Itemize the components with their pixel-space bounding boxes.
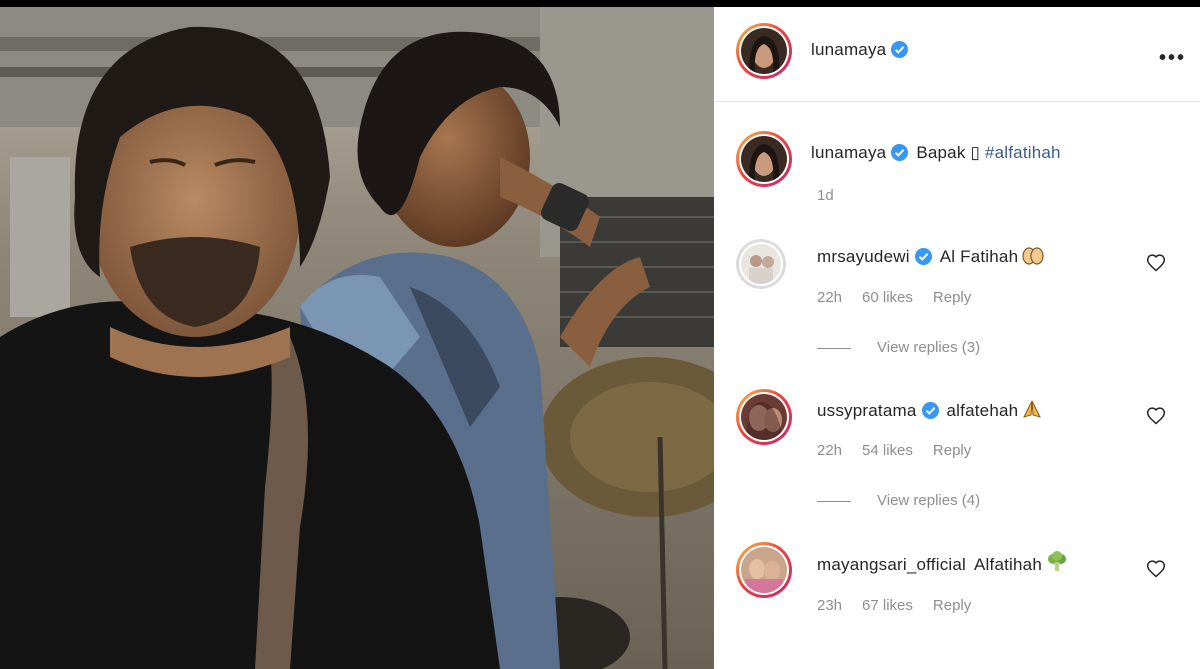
caption-hashtag[interactable]: #alfatihah: [985, 143, 1061, 162]
caption-avatar[interactable]: [736, 131, 792, 187]
photo-illustration: [0, 7, 714, 669]
comment-username[interactable]: ussypratama: [817, 401, 917, 420]
like-heart-icon[interactable]: [1146, 253, 1166, 273]
comment-line: ussypratama alfatehah: [817, 399, 1042, 424]
comment-text: Alfatihah: [974, 555, 1042, 574]
reply-button[interactable]: Reply: [933, 289, 971, 306]
comment-age: 22h: [817, 289, 843, 306]
avatar-photo-icon: [741, 394, 787, 440]
comment-line: mayangsari_official Alfatihah: [817, 551, 1068, 578]
comment-avatar[interactable]: [736, 239, 786, 289]
comment-avatar[interactable]: [736, 389, 792, 445]
comment-username[interactable]: mayangsari_official: [817, 555, 966, 574]
comment-text: alfatehah: [946, 401, 1019, 420]
comment-meta: 23h 67 likes Reply: [817, 597, 991, 614]
verified-badge-icon: [891, 144, 909, 161]
author-username[interactable]: lunamaya: [811, 40, 909, 60]
view-replies-label: View replies (3): [877, 339, 981, 356]
comment-avatar[interactable]: [736, 542, 792, 598]
verified-badge-icon: [891, 41, 909, 58]
comment-line: mrsayudewi Al Fatihah: [817, 245, 1044, 270]
post-photo: [0, 7, 714, 669]
comment-meta: 22h 54 likes Reply: [817, 442, 991, 459]
author-avatar[interactable]: [736, 23, 792, 79]
verified-badge-icon: [921, 402, 939, 419]
view-replies-button[interactable]: View replies (4): [817, 492, 980, 509]
comment-username[interactable]: mrsayudewi: [817, 247, 910, 266]
caption-text: Bapak: [916, 143, 966, 162]
divider-line: [817, 500, 851, 502]
avatar-photo-icon: [741, 244, 781, 284]
more-options-button[interactable]: •••: [1159, 47, 1186, 70]
avatar-photo-icon: [741, 28, 787, 74]
like-heart-icon[interactable]: [1146, 559, 1166, 579]
comment-text: Al Fatihah: [939, 247, 1019, 266]
view-replies-label: View replies (4): [877, 492, 981, 509]
view-replies-button[interactable]: View replies (3): [817, 339, 980, 356]
comment-age: 23h: [817, 597, 843, 614]
avatar-photo-icon: [741, 136, 787, 182]
pray-icon: [1022, 399, 1042, 424]
post-side-panel: lunamaya ••• lunamaya Bapak ▯ #alfatihah …: [714, 7, 1200, 669]
avatar-photo-icon: [741, 547, 787, 593]
top-black-bar: [0, 0, 1200, 7]
post-header: lunamaya •••: [714, 7, 1200, 102]
comment-meta: 22h 60 likes Reply: [817, 289, 991, 306]
caption-glyph: ▯: [970, 143, 981, 162]
comment-likes[interactable]: 54 likes: [862, 442, 913, 459]
like-heart-icon[interactable]: [1146, 406, 1166, 426]
verified-badge-icon: [914, 248, 932, 265]
caption-username[interactable]: lunamaya: [811, 143, 886, 162]
reply-button[interactable]: Reply: [933, 442, 971, 459]
hands-icon: [1022, 245, 1044, 270]
comment-likes[interactable]: 67 likes: [862, 597, 913, 614]
broccoli-icon: [1046, 551, 1068, 578]
caption-line: lunamaya Bapak ▯ #alfatihah: [811, 143, 1061, 163]
comment-age: 22h: [817, 442, 843, 459]
reply-button[interactable]: Reply: [933, 597, 971, 614]
caption-age: 1d: [817, 187, 834, 204]
divider-line: [817, 347, 851, 349]
comment-likes[interactable]: 60 likes: [862, 289, 913, 306]
